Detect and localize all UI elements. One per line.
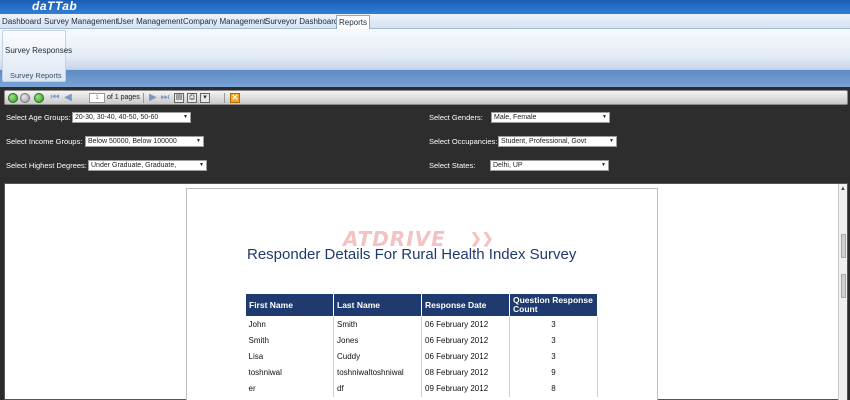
cell-first-name: toshniwal [245, 364, 334, 381]
cell-last-name: toshniwaltoshniwal [333, 364, 422, 381]
states-select[interactable]: Delhi, UP ▼ [490, 160, 609, 171]
chevron-down-icon: ▼ [602, 114, 607, 120]
stop-icon[interactable] [20, 93, 30, 103]
cell-last-name: Smith [333, 316, 422, 333]
current-page-input[interactable]: 1 [89, 93, 105, 103]
logo-arrows-icon: ❯❯ [470, 230, 494, 246]
income-groups-label: Select Income Groups: [6, 137, 83, 146]
menu-survey-management[interactable]: Survey Management [42, 15, 120, 29]
income-groups-select[interactable]: Below 50000, Below 100000 ▼ [85, 136, 204, 147]
column-header-last-name: Last Name [333, 293, 422, 317]
previous-page-icon[interactable]: ◀ [63, 93, 73, 103]
chevron-down-icon: ▼ [601, 162, 606, 168]
cell-last-name: Jones [333, 332, 422, 349]
report-scrollbar[interactable]: ▲ [838, 184, 847, 400]
cell-response-date: 08 February 2012 [421, 364, 510, 381]
table-row: Smith Jones 06 February 2012 3 [245, 332, 598, 349]
occupancies-value: Student, Professional, Govt [501, 138, 587, 145]
menu-reports[interactable]: Reports [336, 15, 371, 29]
chevron-down-icon: ▼ [199, 162, 204, 168]
report-viewer: ATDRIVE ❯❯ Responder Details For Rural H… [4, 183, 848, 400]
column-header-response-date: Response Date [421, 293, 510, 317]
cell-first-name: John [245, 316, 334, 333]
brand-logo: daTTab [32, 0, 78, 13]
toolbar-separator [143, 93, 144, 103]
table-row: er df 09 February 2012 8 [245, 380, 598, 397]
menu-company-management[interactable]: Company Management [181, 15, 268, 29]
column-header-first-name: First Name [245, 293, 334, 317]
occupancies-select[interactable]: Student, Professional, Govt ▼ [498, 136, 617, 147]
table-row: toshniwal toshniwaltoshniwal 08 February… [245, 364, 598, 381]
age-groups-select[interactable]: 20-30, 30-40, 40-50, 50-60 ▼ [72, 112, 191, 123]
column-header-response-count: Question Response Count [509, 293, 598, 317]
ribbon: Survey Responses Survey Reports [0, 29, 850, 87]
occupancies-label: Select Occupancies: [429, 137, 498, 146]
cell-response-date: 06 February 2012 [421, 348, 510, 365]
brand-bar: daTTab [0, 0, 850, 14]
report-title: Responder Details For Rural Health Index… [247, 246, 577, 263]
chevron-down-icon: ▼ [609, 138, 614, 144]
back-icon[interactable] [34, 93, 44, 103]
scrollbar-thumb[interactable] [841, 234, 846, 258]
highest-degrees-select[interactable]: Under Graduate, Graduate, ▼ [88, 160, 207, 171]
report-page: ATDRIVE ❯❯ Responder Details For Rural H… [186, 188, 658, 400]
cell-response-count: 9 [509, 364, 598, 381]
menu-surveyor-dashboard[interactable]: Surveyor Dashboard [263, 15, 340, 29]
genders-select[interactable]: Male, Female ▼ [491, 112, 610, 123]
chevron-down-icon: ▼ [196, 138, 201, 144]
ribbon-group-survey-reports: Survey Responses Survey Reports [2, 30, 72, 82]
last-page-icon[interactable]: ⏭ [160, 93, 170, 103]
responses-table: First Name Last Name Response Date Quest… [245, 293, 598, 397]
cell-response-date: 06 February 2012 [421, 332, 510, 349]
cell-first-name: Lisa [245, 348, 334, 365]
cell-first-name: er [245, 380, 334, 397]
next-page-icon[interactable]: ▶ [148, 93, 158, 103]
table-row: Lisa Cuddy 06 February 2012 3 [245, 348, 598, 365]
cell-response-count: 3 [509, 332, 598, 349]
cell-first-name: Smith [245, 332, 334, 349]
states-label: Select States: [429, 161, 476, 170]
cell-response-count: 3 [509, 316, 598, 333]
menu-user-management[interactable]: User Management [115, 15, 185, 29]
print-icon[interactable]: ⎙ [187, 93, 197, 103]
table-row: John Smith 06 February 2012 3 [245, 316, 598, 333]
table-header-row: First Name Last Name Response Date Quest… [245, 293, 598, 317]
export-icon[interactable]: ▾ [200, 93, 210, 103]
first-page-icon[interactable]: ⏮ [50, 93, 60, 103]
survey-responses-button[interactable]: Survey Responses [5, 46, 72, 55]
scrollbar-thumb[interactable] [841, 274, 846, 298]
ribbon-group-label: Survey Reports [10, 71, 62, 80]
cell-last-name: Cuddy [333, 348, 422, 365]
page-setup-icon[interactable]: ▤ [174, 93, 184, 103]
toolbar-separator [224, 93, 225, 103]
age-groups-label: Select Age Groups: [6, 113, 71, 122]
states-value: Delhi, UP [493, 162, 523, 169]
genders-value: Male, Female [494, 114, 537, 121]
chevron-down-icon: ▼ [183, 114, 188, 120]
report-toolbar: ⏮ ◀ 1 of 1 pages ▶ ⏭ ▤ ⎙ ▾ ✕ [4, 90, 848, 105]
toggle-parameters-icon[interactable]: ✕ [230, 93, 240, 103]
genders-label: Select Genders: [429, 113, 483, 122]
cell-response-date: 06 February 2012 [421, 316, 510, 333]
page-count-label: of 1 pages [107, 94, 140, 101]
age-groups-value: 20-30, 30-40, 40-50, 50-60 [75, 114, 159, 121]
menu-dashboard[interactable]: Dashboard [0, 15, 43, 29]
highest-degrees-label: Select Highest Degrees: [6, 161, 87, 170]
scroll-up-icon[interactable]: ▲ [840, 186, 846, 192]
cell-last-name: df [333, 380, 422, 397]
income-groups-value: Below 50000, Below 100000 [88, 138, 177, 145]
cell-response-date: 09 February 2012 [421, 380, 510, 397]
main-menu: Dashboard Survey Management User Managem… [0, 14, 850, 29]
cell-response-count: 8 [509, 380, 598, 397]
cell-response-count: 3 [509, 348, 598, 365]
refresh-icon[interactable] [8, 93, 18, 103]
app-window: daTTab Dashboard Survey Management User … [0, 0, 850, 400]
highest-degrees-value: Under Graduate, Graduate, [91, 162, 177, 169]
